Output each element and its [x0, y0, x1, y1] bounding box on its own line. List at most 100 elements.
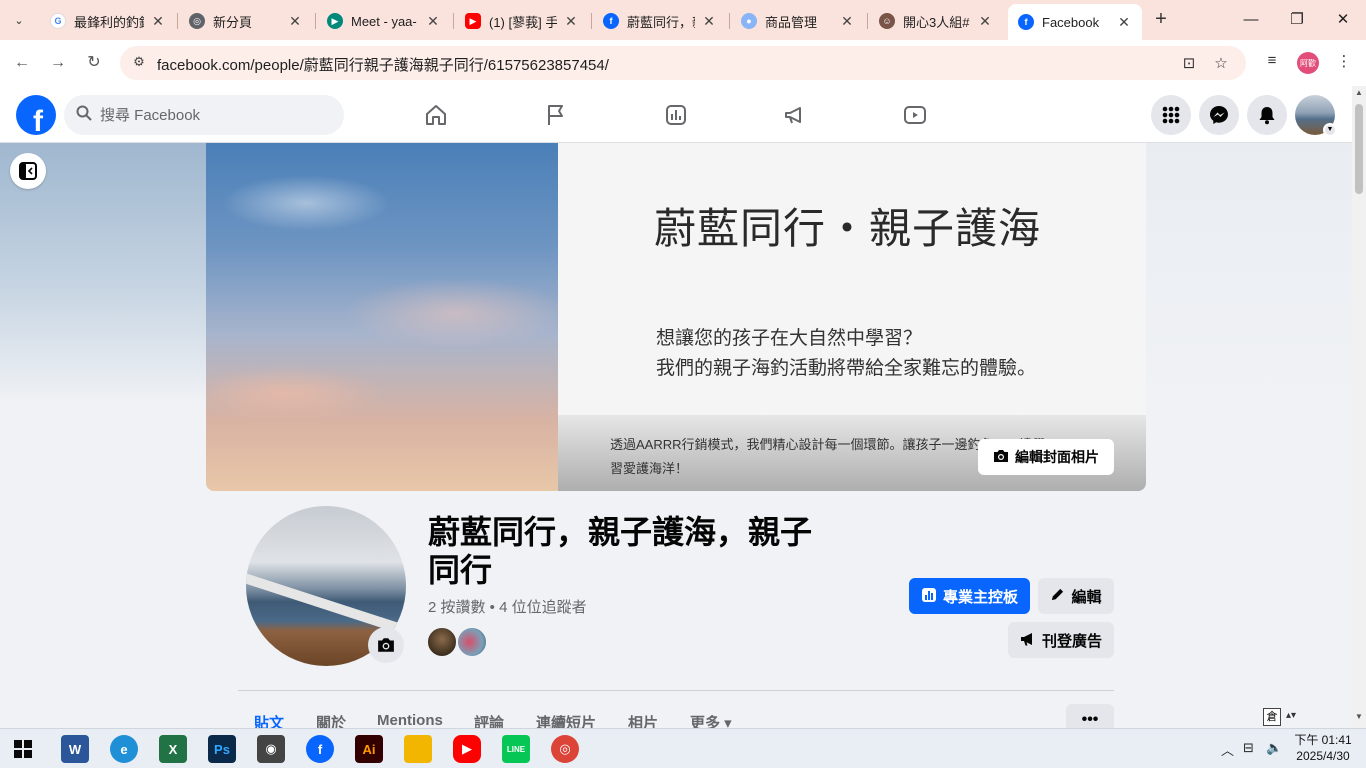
cover-headline: 蔚藍同行・親子護海 — [654, 205, 1042, 252]
facebook-search-box[interactable] — [64, 95, 344, 135]
browser-tab[interactable]: ● 商品管理 ✕ — [731, 6, 865, 36]
tab-close-icon[interactable]: ✕ — [977, 13, 993, 30]
tab-close-icon[interactable]: ✕ — [150, 13, 166, 30]
cover-text-line: 我們的親子海釣活動將帶給全家難忘的體驗。 — [656, 358, 1037, 379]
sidebar-toggle-icon[interactable] — [10, 153, 46, 189]
illustrator-icon[interactable]: Ai — [355, 735, 383, 763]
cover-text-line: 想讓您的孩子在大自然中學習？ — [656, 328, 923, 349]
word-icon[interactable]: W — [61, 735, 89, 763]
network-icon[interactable]: ⊟ — [1243, 740, 1254, 756]
video-icon[interactable] — [900, 100, 930, 130]
browser-profile-avatar[interactable]: 阿歡 — [1297, 52, 1319, 74]
page-scrollbar[interactable]: ▲ ▼ — [1352, 86, 1366, 728]
camera-app-icon[interactable]: ◉ — [257, 735, 285, 763]
browser-tab[interactable]: G 最鋒利的釣鉤 ✕ — [40, 6, 176, 36]
clock-date: 2025/4/30 — [1296, 749, 1350, 763]
tab-close-icon[interactable]: ✕ — [701, 13, 717, 30]
tab-title: 新分頁 — [213, 14, 253, 30]
facebook-icon: f — [1018, 14, 1034, 30]
minimize-icon[interactable]: — — [1228, 8, 1274, 32]
messenger-icon[interactable] — [1199, 95, 1239, 135]
ime-arrows-icon[interactable]: ▴▾ — [1286, 710, 1296, 721]
tab-search-chevron-icon[interactable]: ⌄ — [6, 8, 32, 32]
browser-toolbar: ← → ↻ ⚙ facebook.com/people/蔚藍同行親子護海親子同行… — [0, 40, 1366, 86]
photoshop-icon[interactable]: Ps — [208, 735, 236, 763]
tab-mentions[interactable]: Mentions — [377, 712, 443, 729]
header-divider — [238, 690, 1114, 691]
reload-icon[interactable]: ↻ — [82, 51, 106, 75]
tab-close-icon[interactable]: ✕ — [563, 13, 579, 30]
account-avatar[interactable]: ▼ — [1295, 95, 1337, 137]
bookmark-star-icon[interactable]: ☆ — [1211, 54, 1231, 74]
facebook-app-icon[interactable]: f — [306, 735, 334, 763]
cover-caption: 習愛護海洋！ — [610, 461, 689, 476]
windows-taskbar: W e X Ps ◉ f Ai ▬ ▶ LINE ◎ ︿ ⊟ 🔈 下午 01:4… — [0, 728, 1366, 768]
browser-tab[interactable]: f 蔚藍同行，親 ✕ — [593, 6, 727, 36]
windows-start-icon[interactable] — [14, 740, 32, 758]
browser-tab[interactable]: ◎ 新分頁 ✕ — [179, 6, 313, 36]
ads-megaphone-icon[interactable] — [780, 100, 810, 130]
install-app-icon[interactable]: ⊡ — [1179, 54, 1199, 74]
update-profile-photo-camera-icon[interactable] — [368, 627, 404, 663]
professional-dashboard-button[interactable]: 專業主控板 — [909, 578, 1030, 614]
home-icon[interactable] — [421, 100, 451, 130]
menu-grid-icon[interactable] — [1151, 95, 1191, 135]
ime-indicator[interactable]: 倉 — [1263, 708, 1281, 726]
notifications-bell-icon[interactable] — [1247, 95, 1287, 135]
tab-close-icon[interactable]: ✕ — [287, 13, 303, 30]
browser-tab[interactable]: ☺ 開心3人組# ✕ — [869, 6, 1003, 36]
edit-cover-photo-button[interactable]: 編輯封面相片 — [978, 439, 1114, 475]
browser-menu-icon[interactable]: ⋮ — [1332, 52, 1356, 76]
facebook-logo-icon[interactable]: f — [16, 95, 56, 135]
google-icon: G — [50, 13, 66, 29]
browser-tab[interactable]: ▶ (1) [蓼莪] 手 ✕ — [455, 6, 589, 36]
search-input[interactable] — [100, 106, 320, 124]
line-app-icon[interactable]: LINE — [502, 735, 530, 763]
youtube-app-icon[interactable]: ▶ — [453, 735, 481, 763]
excel-icon[interactable]: X — [159, 735, 187, 763]
system-clock[interactable]: 下午 01:41 2025/4/30 — [1288, 732, 1358, 764]
edit-button-label: 編輯 — [1071, 588, 1102, 606]
site-info-icon[interactable]: ⚙ — [130, 54, 148, 72]
youtube-icon: ▶ — [465, 13, 481, 29]
browser-tab-active[interactable]: f Facebook ✕ — [1008, 4, 1142, 40]
tab-title: Facebook — [1042, 14, 1100, 30]
tab-close-icon[interactable]: ✕ — [1116, 14, 1132, 31]
tab-close-icon[interactable]: ✕ — [425, 13, 441, 30]
new-tab-icon[interactable]: + — [1150, 9, 1172, 31]
tab-close-icon[interactable]: ✕ — [839, 13, 855, 30]
likes-followers-count[interactable]: 2 按讚數 • 4 位位追蹤者 — [428, 596, 587, 617]
clock-time: 下午 01:41 — [1294, 733, 1352, 747]
search-icon — [76, 105, 94, 125]
forward-arrow-icon[interactable]: → — [46, 51, 70, 75]
chrome-app-icon[interactable]: ◎ — [551, 735, 579, 763]
scrollbar-thumb[interactable] — [1355, 104, 1363, 194]
scroll-down-arrow-icon[interactable]: ▼ — [1354, 712, 1364, 721]
scroll-up-arrow-icon[interactable]: ▲ — [1354, 88, 1364, 97]
page-title: 蔚藍同行，親子護海，親子同行 — [428, 514, 813, 588]
edit-page-button[interactable]: 編輯 — [1038, 578, 1114, 614]
url-text[interactable]: facebook.com/people/蔚藍同行親子護海親子同行/6157562… — [157, 54, 609, 75]
megaphone-icon — [1020, 631, 1036, 650]
media-control-icon[interactable]: ≡ — [1260, 52, 1284, 76]
file-explorer-icon[interactable]: ▬ — [404, 735, 432, 763]
dashboard-icon — [921, 587, 937, 606]
follower-avatar[interactable] — [426, 626, 458, 658]
insights-icon[interactable] — [661, 100, 691, 130]
edge-icon[interactable]: e — [110, 735, 138, 763]
browser-tab-strip: ⌄ G 最鋒利的釣鉤 ✕ ◎ 新分頁 ✕ ▶ Meet - yaa- ✕ ▶ (… — [0, 0, 1366, 40]
address-bar[interactable]: ⚙ facebook.com/people/蔚藍同行親子護海親子同行/61575… — [120, 46, 1246, 80]
tab-title: 最鋒利的釣鉤 — [74, 14, 144, 30]
tray-chevron-up-icon[interactable]: ︿ — [1221, 740, 1234, 759]
browser-tab[interactable]: ▶ Meet - yaa- ✕ — [317, 6, 451, 36]
restore-icon[interactable]: ❐ — [1274, 8, 1320, 32]
facebook-header: f ▼ — [0, 86, 1352, 143]
close-window-icon[interactable]: ✕ — [1320, 8, 1366, 32]
volume-icon[interactable]: 🔈 — [1266, 740, 1282, 756]
follower-avatar[interactable] — [456, 626, 488, 658]
avatar-icon: ☺ — [879, 13, 895, 29]
camera-icon — [993, 449, 1009, 466]
pages-flag-icon[interactable] — [541, 100, 571, 130]
back-arrow-icon[interactable]: ← — [10, 51, 34, 75]
advertise-button[interactable]: 刊登廣告 — [1008, 622, 1114, 658]
